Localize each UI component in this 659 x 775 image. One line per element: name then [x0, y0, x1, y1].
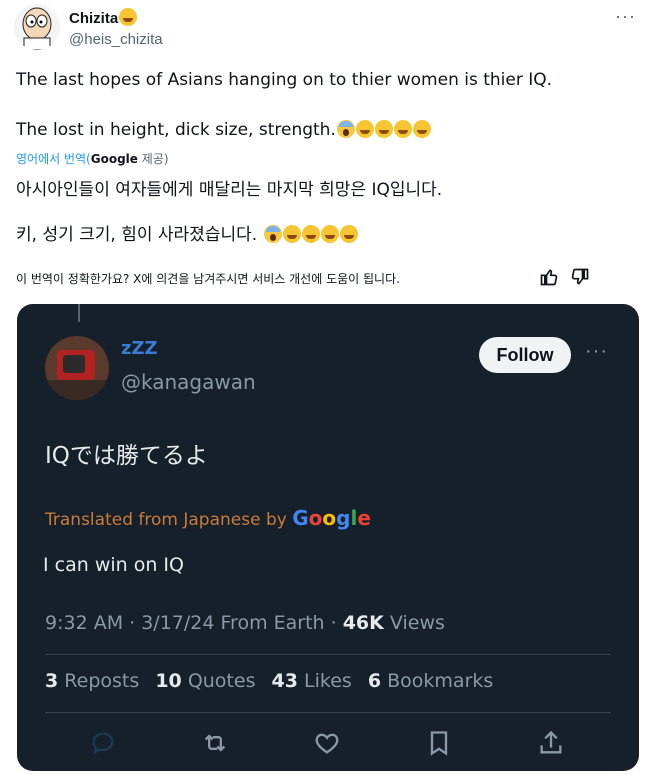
author-avatar[interactable]	[14, 4, 60, 50]
translated-line-1: 아시아인들이 여자들에게 매달리는 마지막 희망은 IQ입니다.	[16, 180, 443, 200]
rofl-emoji-icon	[355, 120, 374, 138]
share-icon[interactable]	[537, 729, 565, 757]
quoted-original-text: IQでは勝てるよ	[45, 443, 208, 469]
google-brand-label: Google	[90, 152, 138, 166]
views-label: Views	[383, 612, 445, 634]
action-bar	[17, 729, 639, 761]
reposts-stat[interactable]: 3 Reposts	[45, 670, 139, 692]
tweet-text-line-2: The lost in height, dick size, strength.	[16, 120, 431, 140]
bookmarks-label: Bookmarks	[387, 670, 494, 692]
like-icon[interactable]	[313, 729, 341, 757]
author-name[interactable]: Chizita	[69, 8, 138, 27]
rofl-emoji-icon	[412, 120, 431, 138]
likes-stat[interactable]: 43 Likes	[272, 670, 352, 692]
quotes-count: 10	[155, 670, 182, 692]
quoted-translated-text: I can win on IQ	[43, 554, 184, 576]
google-logo: Google	[292, 506, 371, 530]
quoted-author-avatar[interactable]	[45, 336, 109, 400]
translated-from-label: Translated from Japanese by	[45, 510, 293, 530]
more-options-icon[interactable]: ···	[615, 6, 636, 27]
author-name-text[interactable]: Chizita	[69, 10, 118, 27]
rofl-emoji-icon	[393, 120, 412, 138]
quoted-author-handle[interactable]: @kanagawan	[121, 370, 256, 394]
translated-attribution: Translated from Japanese by Google	[45, 506, 371, 530]
reply-icon[interactable]	[89, 729, 117, 757]
translated-line-2-text: 키, 성기 크기, 힘이 사라졌습니다.	[16, 225, 258, 245]
tongue-face-emoji-icon	[119, 8, 138, 26]
tweet-metadata: 9:32 AM · 3/17/24 From Earth · 46K Views	[45, 612, 445, 634]
screaming-face-emoji-icon	[263, 225, 282, 243]
thumbs-up-icon[interactable]	[539, 267, 559, 287]
translation-suffix: 제공)	[137, 152, 169, 166]
rofl-emoji-icon	[339, 225, 358, 243]
divider	[45, 654, 611, 655]
tweet-text-line-2-text: The lost in height, dick size, strength.	[16, 120, 336, 140]
bookmark-icon[interactable]	[425, 729, 453, 757]
divider	[45, 712, 611, 713]
likes-label: Likes	[304, 670, 352, 692]
author-handle[interactable]: @heis_chizita	[69, 31, 163, 48]
timestamp[interactable]: 9:32 AM · 3/17/24 From Earth ·	[45, 612, 343, 634]
post-container: Chizita @heis_chizita ··· The last hopes…	[0, 0, 659, 775]
views-count: 46K	[342, 612, 384, 634]
translation-prefix[interactable]: 영어에서 번역(	[16, 152, 91, 166]
quotes-stat[interactable]: 10 Quotes	[155, 670, 255, 692]
bookmarks-stat[interactable]: 6 Bookmarks	[368, 670, 493, 692]
reposts-label: Reposts	[64, 670, 140, 692]
quotes-label: Quotes	[187, 670, 256, 692]
engagement-stats: 3 Reposts 10 Quotes 43 Likes 6 Bookmarks	[45, 670, 493, 692]
bookmarks-count: 6	[367, 670, 382, 692]
tv-image	[57, 350, 95, 380]
screaming-face-emoji-icon	[336, 120, 355, 138]
sleeping-zzz-icon: zZZ	[121, 338, 158, 359]
quoted-more-options-icon[interactable]: ···	[585, 340, 608, 363]
repost-icon[interactable]	[201, 729, 229, 757]
quoted-tweet-card[interactable]: zZZ @kanagawan Follow ··· IQでは勝てるよ Trans…	[17, 304, 639, 771]
tweet-text-line-1: The last hopes of Asians hanging on to t…	[16, 70, 553, 90]
translation-attribution[interactable]: 영어에서 번역(Google 제공)	[16, 150, 169, 167]
rofl-emoji-icon	[301, 225, 320, 243]
reposts-count: 3	[45, 670, 59, 692]
translation-feedback-prompt: 이 번역이 정확한가요? X에 의견을 남겨주시면 서비스 개선에 도움이 됩니…	[16, 272, 400, 286]
likes-count: 43	[271, 670, 298, 692]
thread-connector-line	[78, 304, 80, 322]
rofl-emoji-icon	[282, 225, 301, 243]
avatar-background	[45, 380, 109, 400]
thumbs-down-icon[interactable]	[570, 267, 590, 287]
rofl-emoji-icon	[374, 120, 393, 138]
follow-button[interactable]: Follow	[479, 337, 571, 373]
rofl-emoji-icon	[320, 225, 339, 243]
translated-line-2: 키, 성기 크기, 힘이 사라졌습니다.	[16, 220, 358, 245]
